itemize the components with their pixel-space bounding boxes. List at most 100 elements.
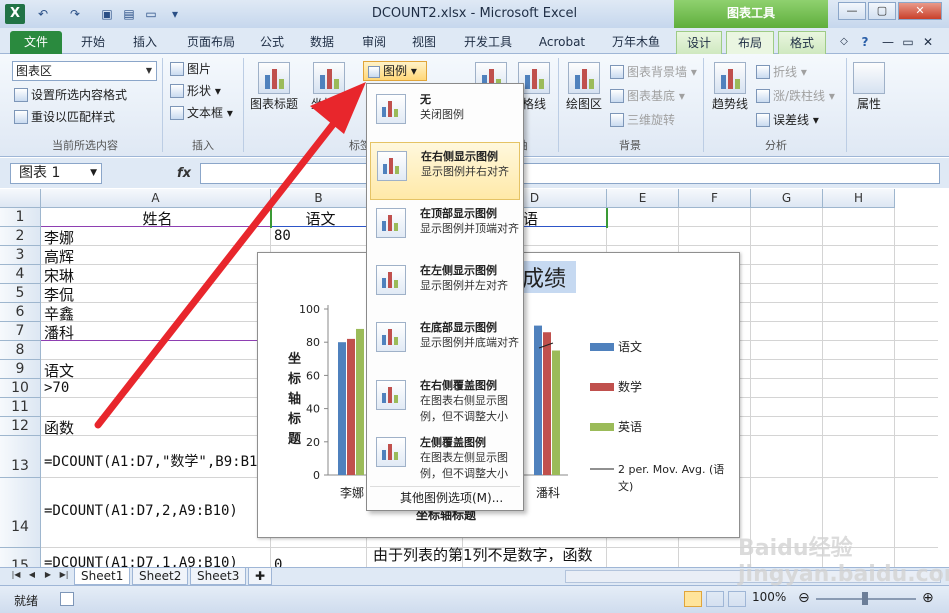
column-header[interactable]: B: [271, 189, 367, 208]
picture-button[interactable]: 图片: [170, 61, 211, 77]
textbox-button[interactable]: 文本框 ▾: [170, 105, 233, 121]
cell-a10[interactable]: >70: [41, 380, 69, 396]
3d-rotation-button[interactable]: 三维旋转: [610, 112, 675, 128]
column-header[interactable]: F: [679, 189, 751, 208]
column-header[interactable]: E: [607, 189, 679, 208]
select-all-corner[interactable]: [0, 189, 41, 208]
trendline-button[interactable]: 趋势线: [708, 62, 752, 112]
row-header[interactable]: 8: [0, 341, 41, 360]
row-header[interactable]: 12: [0, 417, 41, 436]
legend-option-left[interactable]: 在左侧显示图例 显示图例并左对齐: [370, 257, 520, 315]
chart-floor-button[interactable]: 图表基底 ▾: [610, 88, 685, 104]
tab-view[interactable]: 视图: [404, 31, 444, 54]
row-header[interactable]: 13: [0, 436, 41, 478]
tab-developer[interactable]: 开发工具: [456, 31, 520, 54]
updown-bars-button[interactable]: 涨/跌柱线 ▾: [756, 88, 835, 104]
zoom-in-icon[interactable]: ⊕: [922, 590, 934, 606]
tab-data[interactable]: 数据: [302, 31, 342, 54]
restore-workbook-icon[interactable]: ▭: [900, 31, 916, 54]
name-box[interactable]: 图表 1 ▼: [10, 163, 102, 184]
sheet-tab[interactable]: Sheet3: [190, 568, 247, 585]
cell-a7[interactable]: 潘科: [41, 322, 74, 343]
legend-option-overlay-left[interactable]: 左侧覆盖图例 在图表左侧显示图例，但不调整大小: [370, 429, 520, 487]
error-bars-button[interactable]: 误差线 ▾: [756, 112, 819, 128]
cell-a9[interactable]: 语文: [41, 360, 74, 381]
prev-sheet-icon[interactable]: ◀: [26, 570, 38, 579]
column-header[interactable]: G: [751, 189, 823, 208]
row-header[interactable]: 4: [0, 265, 41, 284]
cell-a4[interactable]: 宋琳: [41, 265, 74, 286]
axis-titles-button[interactable]: 坐标轴: [303, 62, 355, 112]
tab-review[interactable]: 审阅: [354, 31, 394, 54]
minimize-icon[interactable]: —: [838, 2, 866, 20]
minimize-workbook-icon[interactable]: —: [880, 31, 896, 54]
cell-a1[interactable]: 姓名: [41, 208, 271, 229]
close-workbook-icon[interactable]: ✕: [920, 31, 936, 54]
tab-wannian-muyu[interactable]: 万年木鱼: [604, 31, 668, 54]
tab-design[interactable]: 设计: [676, 31, 722, 54]
first-sheet-icon[interactable]: |◀: [10, 570, 22, 579]
format-selection-button[interactable]: 设置所选内容格式: [14, 87, 127, 103]
row-header[interactable]: 6: [0, 303, 41, 322]
help-icon[interactable]: ?: [856, 31, 874, 54]
properties-button[interactable]: 属性: [852, 62, 886, 112]
tab-insert[interactable]: 插入: [122, 31, 168, 54]
tab-format[interactable]: 格式: [778, 31, 826, 54]
cell-a14[interactable]: =DCOUNT(A1:D7,2,A9:B10): [41, 503, 238, 519]
row-header[interactable]: 9: [0, 360, 41, 379]
cell-a6[interactable]: 辛鑫: [41, 303, 74, 324]
cell-b15[interactable]: 0: [271, 557, 282, 567]
sheet-tab[interactable]: Sheet1: [74, 568, 131, 585]
row-header[interactable]: 3: [0, 246, 41, 265]
maximize-icon[interactable]: ▢: [868, 2, 896, 20]
legend-option-bottom[interactable]: 在底部显示图例 显示图例并底端对齐: [370, 314, 520, 372]
tab-acrobat[interactable]: Acrobat: [530, 31, 594, 54]
macro-record-icon[interactable]: [60, 592, 74, 606]
cell-a15[interactable]: =DCOUNT(A1:D7,1,A9:B10): [41, 555, 238, 567]
reset-style-button[interactable]: 重设以匹配样式: [14, 109, 115, 125]
tab-layout[interactable]: 布局: [726, 31, 774, 54]
chart-element-combo[interactable]: 图表区 ▼: [12, 61, 157, 81]
legend-button[interactable]: 图例 ▾: [363, 61, 427, 81]
row-header[interactable]: 15: [0, 548, 41, 567]
tab-formulas[interactable]: 公式: [252, 31, 292, 54]
cell-b1[interactable]: 语文: [271, 208, 367, 229]
tab-file[interactable]: 文件: [10, 31, 62, 54]
cell-a2[interactable]: 李娜: [41, 227, 74, 248]
last-sheet-icon[interactable]: ▶|: [58, 570, 70, 579]
cell-a5[interactable]: 李侃: [41, 284, 74, 305]
close-icon[interactable]: ✕: [898, 2, 942, 20]
plot-area-button[interactable]: 绘图区: [562, 62, 606, 112]
more-legend-options[interactable]: 其他图例选项(M)...: [370, 486, 520, 508]
formula-input[interactable]: [200, 163, 940, 184]
normal-view-icon[interactable]: [684, 591, 702, 607]
chart-title-button[interactable]: 图表标题: [248, 62, 300, 112]
zoom-slider-thumb[interactable]: [862, 592, 868, 605]
cell-a12[interactable]: 函数: [41, 417, 74, 438]
column-header[interactable]: A: [41, 189, 271, 208]
legend-option-right[interactable]: 在右侧显示图例 显示图例并右对齐: [370, 142, 520, 200]
lines-button[interactable]: 折线 ▾: [756, 64, 807, 80]
row-header[interactable]: 5: [0, 284, 41, 303]
row-header[interactable]: 1: [0, 208, 41, 227]
collapse-ribbon-icon[interactable]: ◇: [836, 31, 852, 54]
cell-a13[interactable]: =DCOUNT(A1:D7,"数学",B9:B10): [41, 451, 274, 471]
cell-a3[interactable]: 高辉: [41, 246, 74, 267]
zoom-out-icon[interactable]: ⊖: [798, 590, 810, 606]
page-layout-view-icon[interactable]: [706, 591, 724, 607]
row-header[interactable]: 2: [0, 227, 41, 246]
chart-wall-button[interactable]: 图表背景墙 ▾: [610, 64, 697, 80]
column-header[interactable]: H: [823, 189, 895, 208]
row-header[interactable]: 10: [0, 379, 41, 398]
cell-c15[interactable]: 由于列表的第1列不是数字，函数: [370, 544, 593, 565]
cell-b2[interactable]: 80: [271, 228, 291, 244]
next-sheet-icon[interactable]: ▶: [42, 570, 54, 579]
sheet-tab[interactable]: Sheet2: [132, 568, 189, 585]
page-break-view-icon[interactable]: [728, 591, 746, 607]
row-header[interactable]: 7: [0, 322, 41, 341]
row-header[interactable]: 11: [0, 398, 41, 417]
shapes-button[interactable]: 形状 ▾: [170, 83, 221, 99]
insert-function-button[interactable]: fx: [170, 163, 198, 184]
tab-page-layout[interactable]: 页面布局: [176, 31, 246, 54]
insert-sheet-icon[interactable]: ✚: [248, 568, 272, 585]
